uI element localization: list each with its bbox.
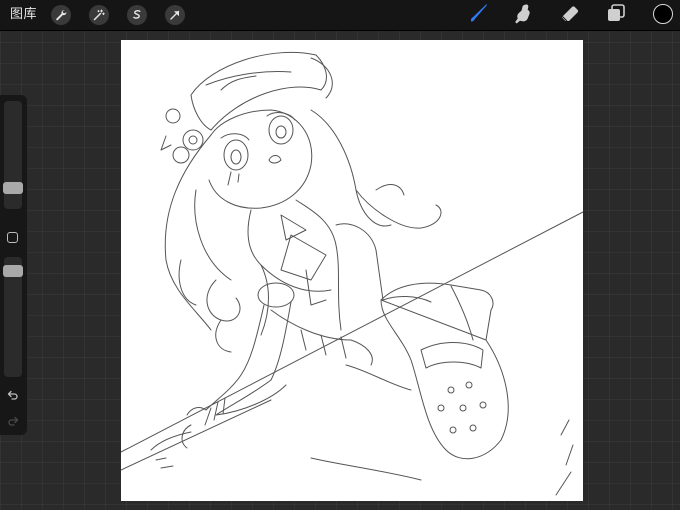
brush-tool-button[interactable] xyxy=(467,3,491,27)
selection-s-icon xyxy=(131,9,143,21)
transform-button[interactable] xyxy=(165,5,185,25)
modify-button[interactable] xyxy=(7,232,18,243)
redo-button[interactable] xyxy=(5,413,21,429)
eraser-icon xyxy=(559,2,581,28)
wrench-icon xyxy=(55,9,67,21)
arrow-cursor-icon xyxy=(169,9,181,21)
actions-button[interactable] xyxy=(51,5,71,25)
color-picker-button[interactable] xyxy=(653,4,673,24)
undo-icon xyxy=(7,386,19,405)
top-toolbar: 图库 xyxy=(0,0,680,31)
layers-icon xyxy=(605,2,627,28)
brush-size-slider-thumb[interactable] xyxy=(3,182,23,194)
opacity-slider-thumb[interactable] xyxy=(3,265,23,277)
gallery-button[interactable]: 图库 xyxy=(10,7,37,23)
selection-button[interactable] xyxy=(127,5,147,25)
layers-button[interactable] xyxy=(604,3,628,27)
undo-button[interactable] xyxy=(5,387,21,403)
adjustments-button[interactable] xyxy=(89,5,109,25)
redo-icon xyxy=(7,412,19,431)
line-art-sketch xyxy=(121,51,583,496)
brush-icon xyxy=(468,2,490,28)
magic-wand-icon xyxy=(93,9,105,21)
smudge-tool-button[interactable] xyxy=(511,3,535,27)
eraser-tool-button[interactable] xyxy=(558,3,582,27)
smudge-finger-icon xyxy=(512,2,534,28)
drawing-canvas[interactable] xyxy=(121,40,583,501)
left-sidebar xyxy=(0,95,27,435)
